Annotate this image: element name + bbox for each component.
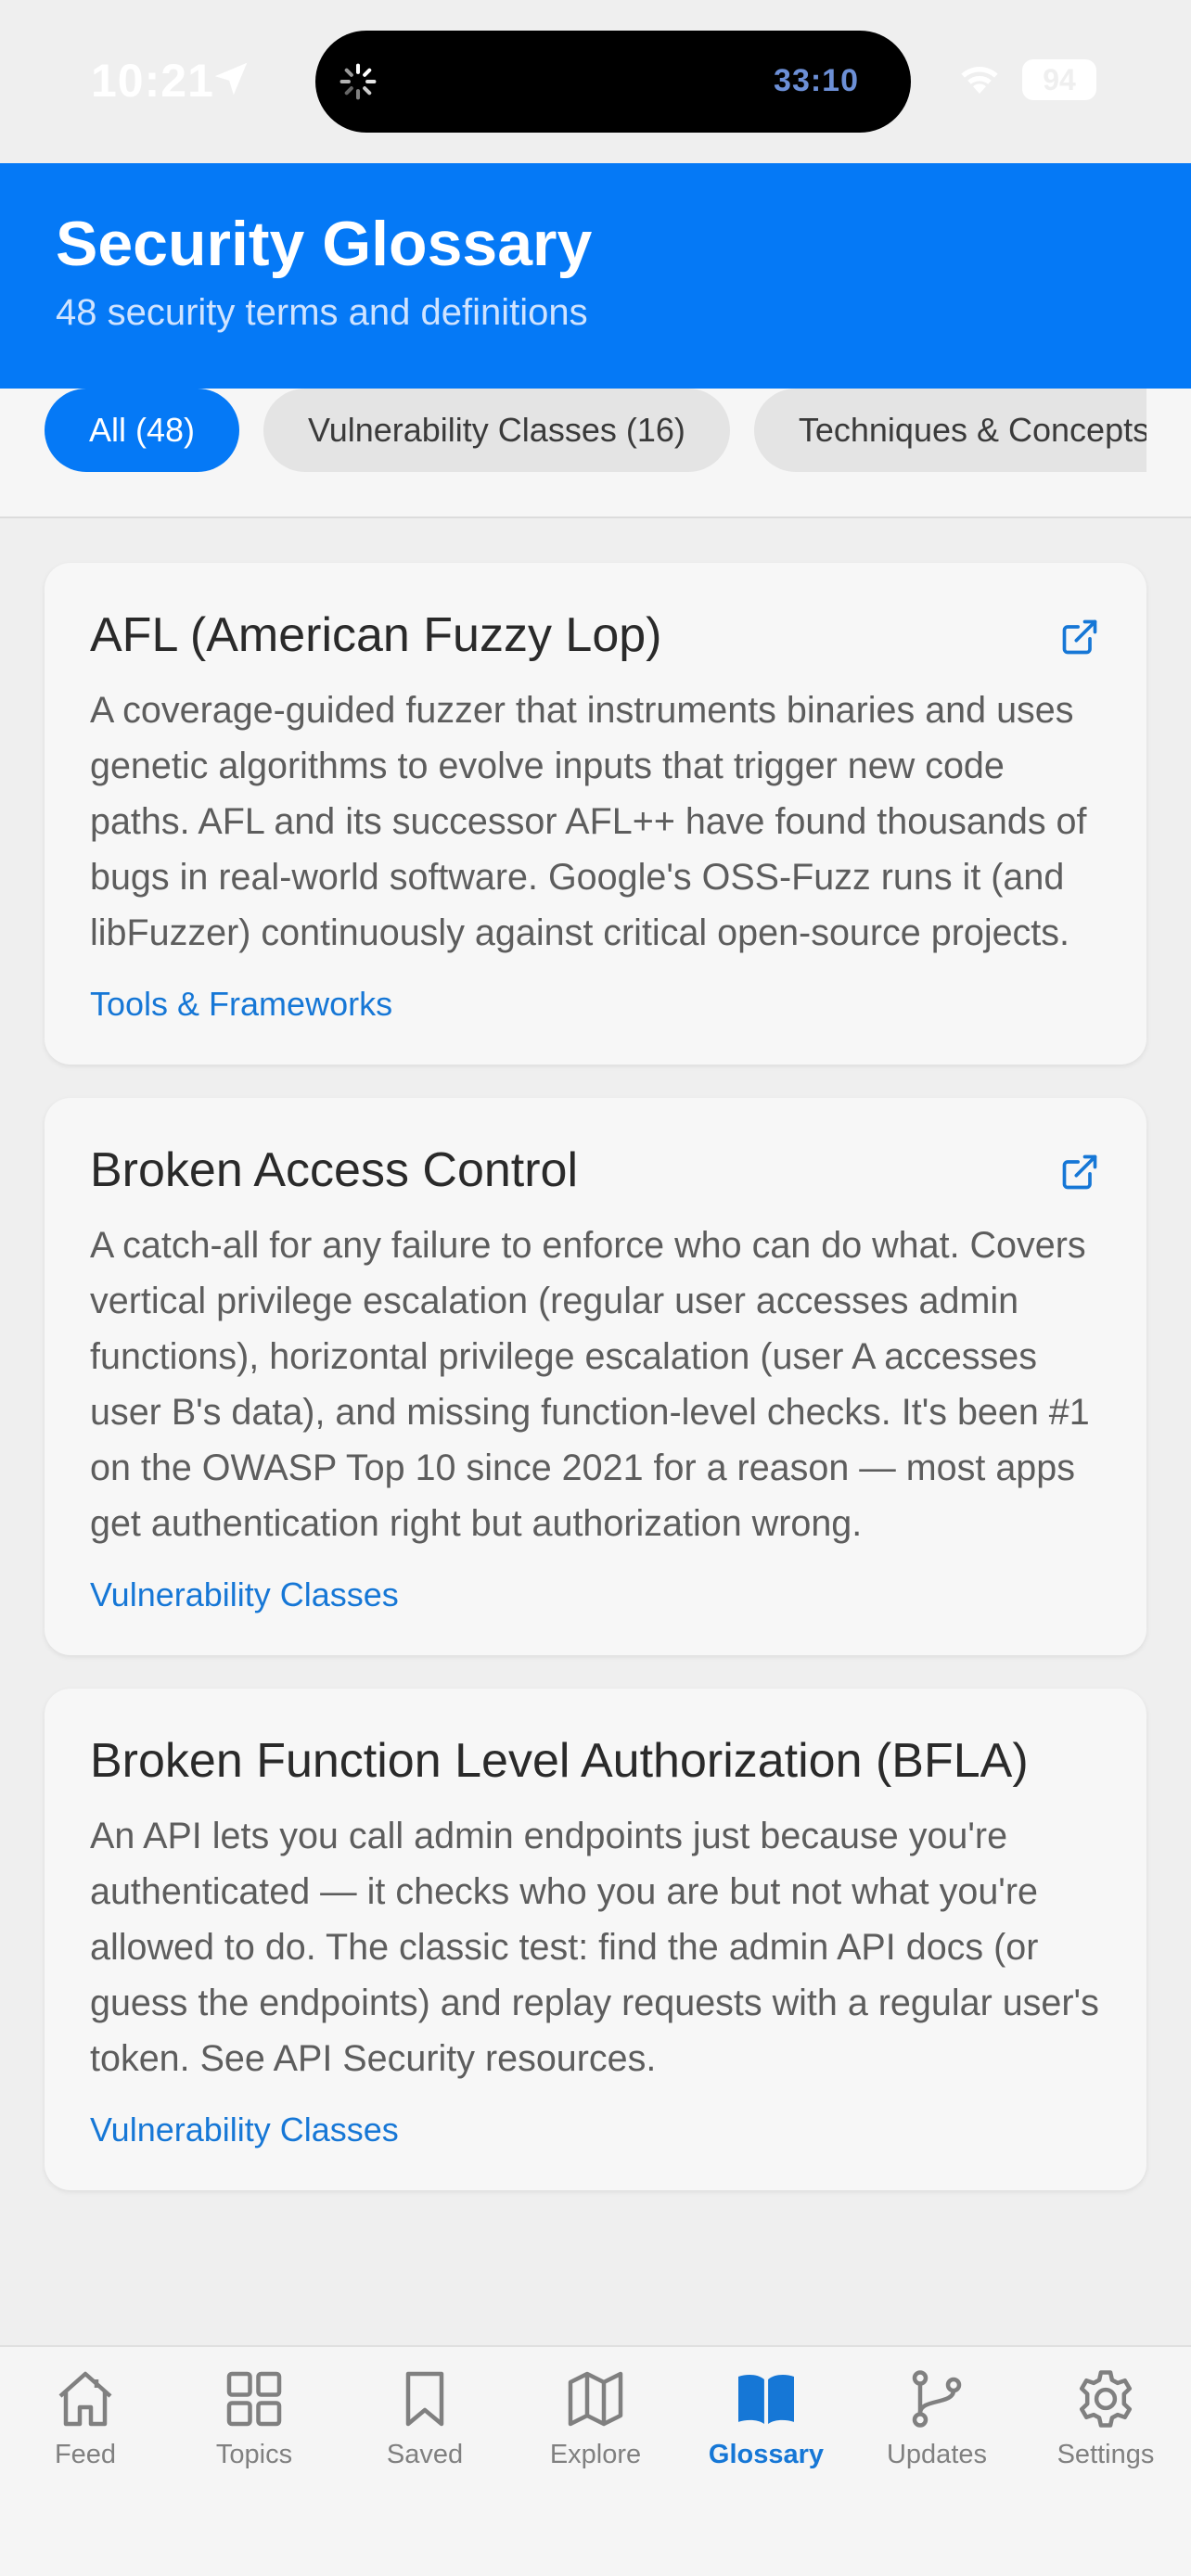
location-arrow-icon xyxy=(214,62,248,96)
bookmark-icon xyxy=(405,2371,444,2427)
page-subtitle: 48 security terms and definitions xyxy=(56,291,588,333)
term-category[interactable]: Tools & Frameworks xyxy=(90,985,1100,1024)
tab-updates[interactable]: Updates xyxy=(852,2366,1022,2495)
term-description: A catch-all for any failure to enforce w… xyxy=(90,1225,1090,1544)
dynamic-island[interactable]: 33:10 xyxy=(315,31,911,133)
tab-feed[interactable]: Feed xyxy=(0,2366,171,2495)
status-bar: 10:21 33:10 94 xyxy=(0,0,1191,163)
term-category[interactable]: Vulnerability Classes xyxy=(90,1575,1100,1614)
glossary-card[interactable]: Broken Access Control A catch-all for an… xyxy=(45,1098,1146,1655)
filter-chip-techniques-concepts[interactable]: Techniques & Concepts xyxy=(753,389,1146,472)
house-icon xyxy=(58,2371,112,2427)
filter-chip-all[interactable]: All (48) xyxy=(45,389,240,472)
map-icon xyxy=(568,2371,623,2427)
term-title: Broken Access Control xyxy=(90,1143,579,1197)
term-title: Broken Function Level Authorization (BFL… xyxy=(90,1734,1029,1788)
tab-label: Explore xyxy=(549,2440,642,2469)
tab-settings[interactable]: Settings xyxy=(1020,2366,1191,2495)
term-title: AFL (American Fuzzy Lop) xyxy=(90,608,662,662)
island-timer: 33:10 xyxy=(774,63,859,98)
tab-label: Topics xyxy=(215,2440,293,2469)
external-link-icon[interactable] xyxy=(1059,1152,1100,1192)
tab-bar: Feed Topics Saved Explore Glossary Updat… xyxy=(0,2345,1191,2576)
filter-chip-vulnerability-classes[interactable]: Vulnerability Classes (16) xyxy=(263,389,730,472)
activity-spinner-icon xyxy=(339,63,377,100)
grid-icon xyxy=(226,2371,282,2427)
external-link-icon[interactable] xyxy=(1059,617,1100,657)
page-title: Security Glossary xyxy=(56,209,593,279)
term-description: An API lets you call admin endpoints jus… xyxy=(90,1816,1099,2079)
wifi-icon xyxy=(961,66,998,94)
filter-scroll[interactable]: All (48) Vulnerability Classes (16) Tech… xyxy=(45,389,1146,474)
tab-label: Updates xyxy=(886,2440,987,2469)
page-header: Security Glossary 48 security terms and … xyxy=(0,163,1191,389)
tab-label: Settings xyxy=(1057,2440,1155,2469)
tab-label: Glossary xyxy=(708,2440,825,2469)
term-description: A coverage-guided fuzzer that instrument… xyxy=(90,690,1087,953)
tab-topics[interactable]: Topics xyxy=(169,2366,339,2495)
tab-glossary[interactable]: Glossary xyxy=(681,2366,852,2495)
glossary-card[interactable]: Broken Function Level Authorization (BFL… xyxy=(45,1689,1146,2190)
glossary-list[interactable]: AFL (American Fuzzy Lop) A coverage-guid… xyxy=(0,520,1191,2252)
glossary-card[interactable]: AFL (American Fuzzy Lop) A coverage-guid… xyxy=(45,563,1146,1065)
tab-saved[interactable]: Saved xyxy=(339,2366,510,2495)
branch-icon xyxy=(912,2370,962,2428)
battery-indicator: 94 xyxy=(1022,59,1096,100)
book-icon xyxy=(738,2375,794,2424)
gear-icon xyxy=(1079,2370,1133,2428)
tab-explore[interactable]: Explore xyxy=(510,2366,681,2495)
term-category[interactable]: Vulnerability Classes xyxy=(90,2111,1100,2149)
filter-bar: All (48) Vulnerability Classes (16) Tech… xyxy=(0,389,1191,518)
tab-label: Feed xyxy=(54,2440,117,2469)
tab-label: Saved xyxy=(386,2440,464,2469)
status-time: 10:21 xyxy=(91,55,214,107)
